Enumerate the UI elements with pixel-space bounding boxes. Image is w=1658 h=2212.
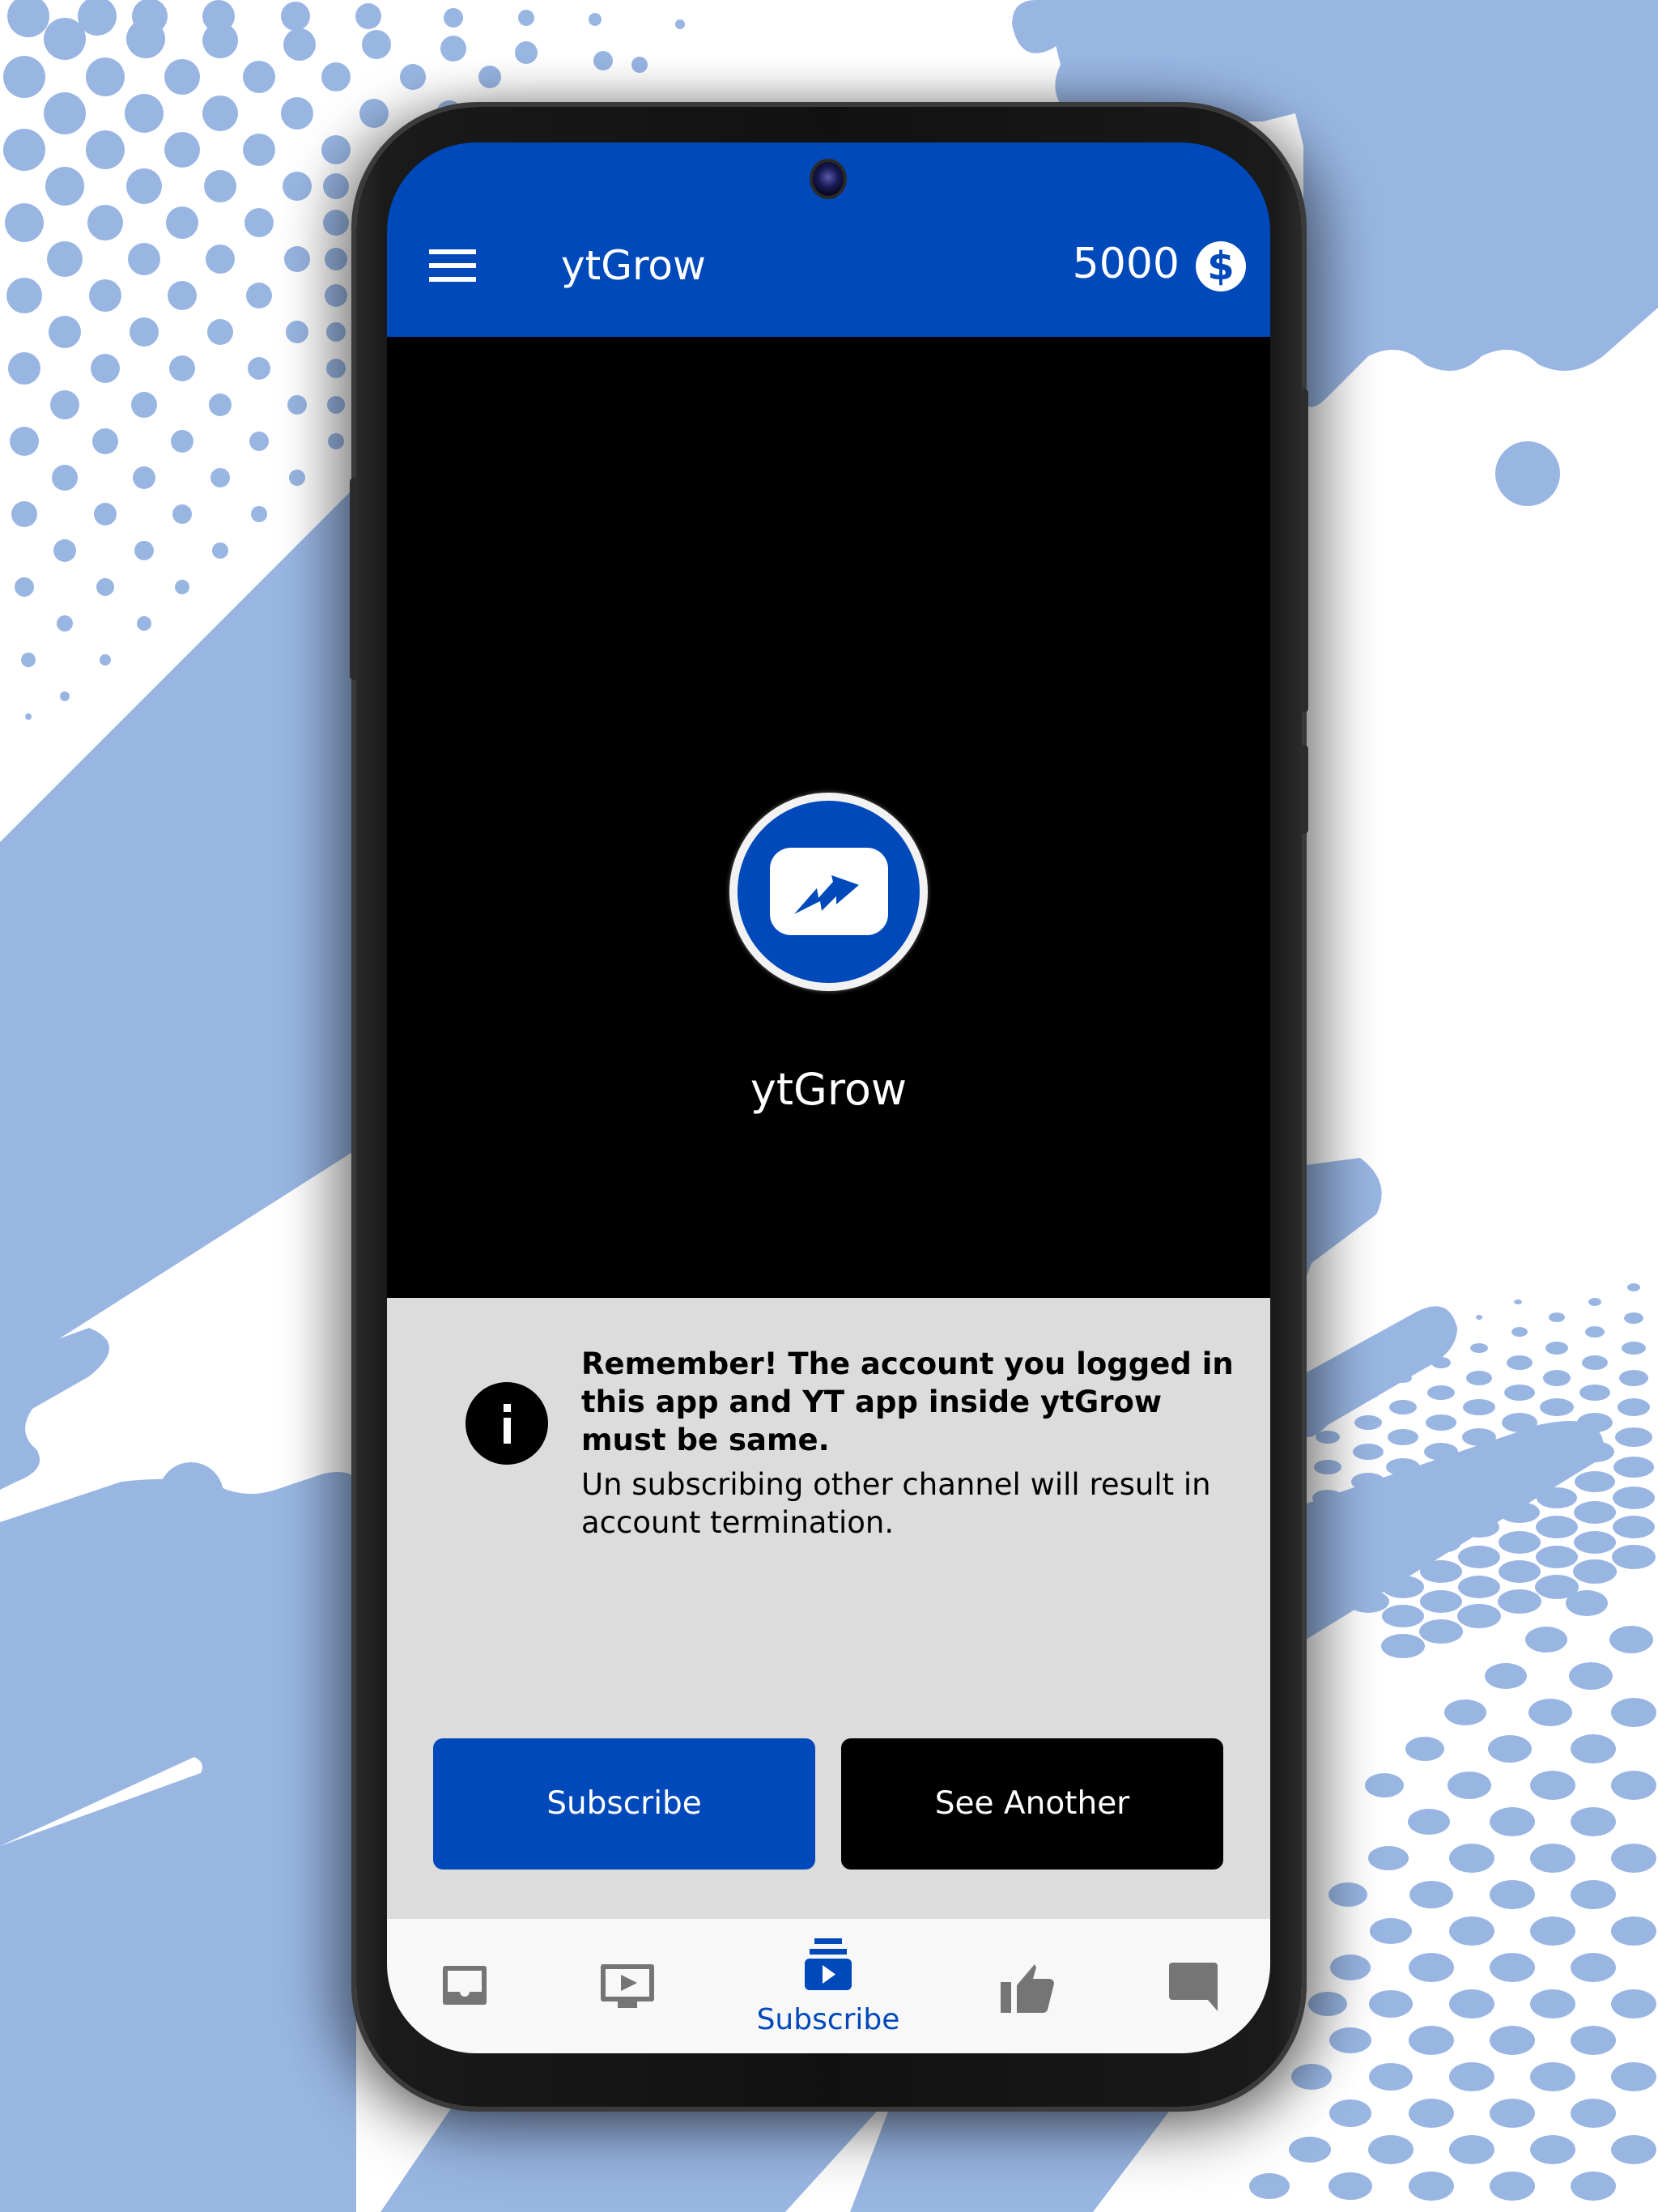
nav-item-subscribe[interactable]: Subscribe (755, 1919, 901, 2053)
diagonal-band-bottom (380, 2105, 882, 2212)
nav-item-inbox[interactable] (392, 1919, 538, 2053)
hamburger-menu-icon[interactable] (429, 249, 476, 282)
nav-item-comments[interactable] (1120, 1919, 1265, 2053)
channel-preview-area: ytGrow (387, 337, 1270, 1298)
blob-mid-right (1299, 1158, 1382, 1295)
notice-warning-bold: Remember! The account you logged in this… (581, 1346, 1234, 1457)
dollar-circle-icon[interactable]: $ (1196, 241, 1246, 291)
notice-text: Remember! The account you logged in this… (581, 1345, 1245, 1542)
phone-side-button (350, 478, 358, 680)
nav-item-like[interactable] (956, 1919, 1102, 2053)
subscriptions-icon (805, 1938, 852, 1990)
ytgrow-logo-icon (729, 793, 928, 991)
channel-name: ytGrow (750, 1064, 908, 1115)
subscribe-button[interactable]: Subscribe (433, 1738, 815, 1870)
comment-icon (1169, 1963, 1218, 2011)
app-title: ytGrow (561, 242, 706, 289)
front-camera (810, 159, 847, 199)
app-header: ytGrow 5000 $ (387, 143, 1270, 337)
notice-warning-normal: Un subscribing other channel will result… (581, 1467, 1211, 1540)
nav-label-subscribe: Subscribe (756, 2003, 900, 2036)
lightning-arrow-icon (794, 875, 859, 914)
logo-play-rect (770, 848, 888, 935)
coin-balance: 5000 (1072, 240, 1180, 288)
nav-item-watch[interactable] (555, 1919, 700, 2053)
bottom-nav: Subscribe (387, 1919, 1270, 2053)
phone-power-button (1300, 745, 1308, 834)
action-panel: Remember! The account you logged in this… (387, 1298, 1270, 2001)
app-screen: ytGrow 5000 $ ytGrow Remember! The accou… (387, 143, 1270, 2053)
see-another-button[interactable]: See Another (841, 1738, 1223, 1870)
tv-play-icon (601, 1964, 654, 2008)
info-icon (466, 1382, 548, 1465)
phone-volume-button (1300, 389, 1308, 713)
inbox-icon (443, 1966, 487, 2005)
thumb-up-icon (1001, 1964, 1054, 2013)
